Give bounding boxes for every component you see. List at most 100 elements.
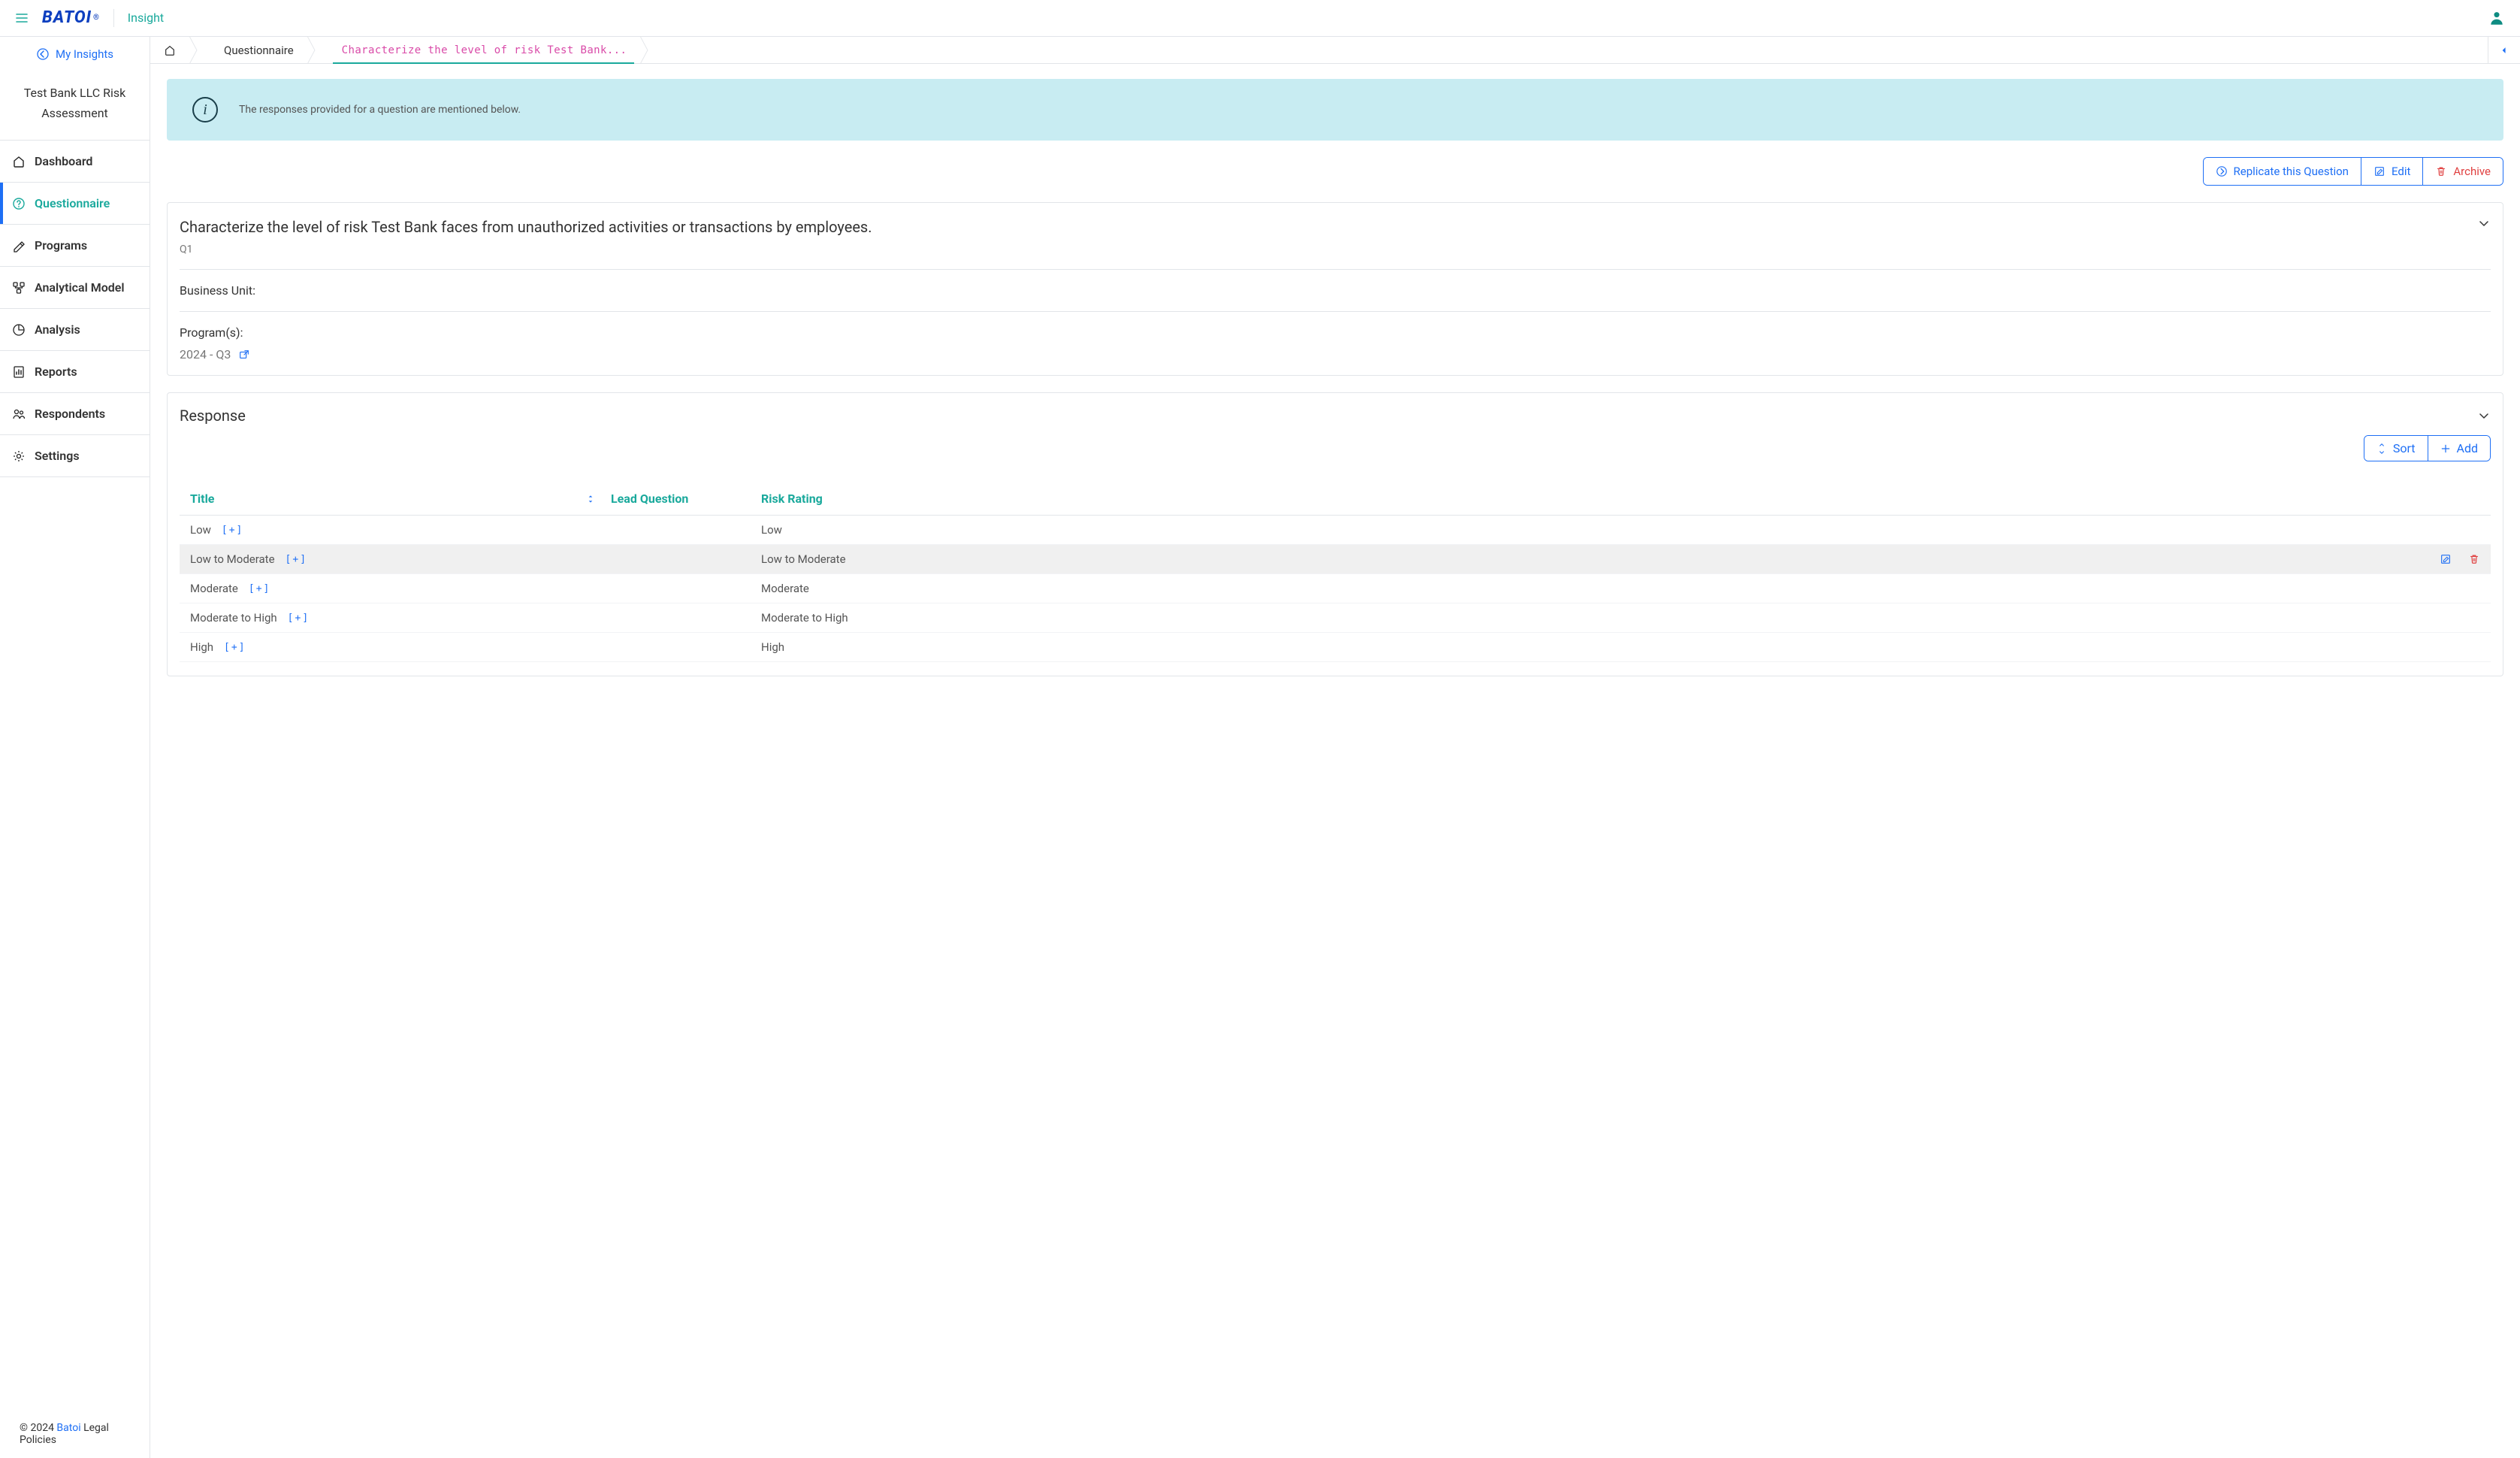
footer-brand-link[interactable]: Batoi bbox=[56, 1422, 80, 1434]
chevron-down-icon bbox=[2477, 409, 2491, 422]
pen-edit-icon bbox=[12, 239, 26, 253]
replicate-icon bbox=[2216, 165, 2228, 177]
project-title: Test Bank LLC Risk Assessment bbox=[0, 72, 150, 140]
question-card-header: Characterize the level of risk Test Bank… bbox=[180, 216, 2491, 256]
collapse-question-button[interactable] bbox=[2477, 216, 2491, 230]
sidebar-item-dashboard[interactable]: Dashboard bbox=[0, 140, 150, 182]
sidebar-item-questionnaire[interactable]: Questionnaire bbox=[0, 182, 150, 224]
sidebar-item-label: Analytical Model bbox=[35, 280, 125, 295]
gear-icon bbox=[12, 449, 26, 463]
table-row[interactable]: Low to Moderate[+]Low to Moderate bbox=[180, 545, 2491, 574]
program-link[interactable]: 2024 - Q3 bbox=[180, 347, 231, 361]
add-button[interactable]: Add bbox=[2428, 436, 2490, 461]
trash-icon bbox=[2435, 165, 2447, 177]
breadcrumb-item-label: Characterize the level of risk Test Bank… bbox=[342, 44, 627, 56]
replicate-question-button[interactable]: Replicate this Question bbox=[2204, 158, 2361, 185]
sidebar: My Insights Test Bank LLC Risk Assessmen… bbox=[0, 37, 150, 1458]
topbar-left: BATOI® Insight bbox=[15, 8, 164, 27]
sort-button[interactable]: Sort bbox=[2364, 436, 2428, 461]
sidebar-item-settings[interactable]: Settings bbox=[0, 434, 150, 477]
expand-row-button[interactable]: [+] bbox=[288, 613, 310, 624]
breadcrumb-questionnaire[interactable]: Questionnaire bbox=[203, 37, 307, 63]
table-row[interactable]: Moderate[+] Moderate bbox=[180, 574, 2491, 603]
sidebar-item-programs[interactable]: Programs bbox=[0, 224, 150, 266]
delete-row-button[interactable] bbox=[2468, 553, 2480, 565]
breadcrumb-sep-icon bbox=[307, 37, 321, 63]
sidebar-item-analytical-model[interactable]: Analytical Model bbox=[0, 266, 150, 308]
response-button-group: Sort Add bbox=[2364, 435, 2491, 461]
caret-left-icon bbox=[2499, 45, 2509, 56]
table-row[interactable]: Moderate to High [+] Moderate to High bbox=[180, 603, 2491, 633]
brand-logo[interactable]: BATOI® bbox=[42, 8, 100, 27]
app-name[interactable]: Insight bbox=[128, 11, 164, 25]
brand-reg-mark: ® bbox=[93, 14, 100, 22]
home-icon bbox=[164, 44, 176, 56]
sidebar-item-label: Reports bbox=[35, 364, 77, 379]
title-cell: Low to Moderate[+] bbox=[190, 552, 611, 566]
button-label: Replicate this Question bbox=[2234, 165, 2349, 178]
sidebar-item-label: Respondents bbox=[35, 407, 105, 421]
risk-cell: High bbox=[761, 640, 934, 654]
topbar: BATOI® Insight bbox=[0, 0, 2520, 36]
action-button-group: Replicate this Question Edit Archive bbox=[2203, 157, 2504, 186]
title-cell: Moderate to High [+] bbox=[190, 611, 611, 625]
sidebar-item-respondents[interactable]: Respondents bbox=[0, 392, 150, 434]
edit-row-button[interactable] bbox=[2440, 553, 2452, 565]
home-icon bbox=[12, 155, 26, 168]
sidebar-nav: Dashboard Questionnaire Programs Analytical… bbox=[0, 140, 150, 477]
external-link-icon[interactable] bbox=[238, 349, 250, 361]
question-code: Q1 bbox=[180, 244, 872, 256]
response-actions: Sort Add bbox=[180, 435, 2491, 461]
col-risk[interactable]: Risk Rating bbox=[761, 492, 934, 506]
expand-row-button[interactable]: [+] bbox=[286, 554, 307, 565]
breadcrumb-home[interactable] bbox=[150, 37, 189, 63]
expand-row-button[interactable]: [+] bbox=[249, 583, 270, 594]
archive-question-button[interactable]: Archive bbox=[2422, 158, 2503, 185]
row-actions bbox=[934, 553, 2480, 565]
risk-cell: Moderate to High bbox=[761, 611, 934, 625]
sidebar-item-reports[interactable]: Reports bbox=[0, 350, 150, 392]
programs-label: Program(s): bbox=[180, 325, 2491, 340]
content: i The responses provided for a question … bbox=[150, 64, 2520, 706]
breadcrumb-sep-icon bbox=[640, 37, 654, 63]
col-risk-label: Risk Rating bbox=[761, 492, 823, 506]
sidebar-footer: © 2024 Batoi Legal Policies bbox=[0, 1410, 150, 1458]
response-title-value: Moderate to High bbox=[190, 611, 277, 625]
sort-column-icon[interactable] bbox=[585, 494, 596, 504]
col-lead[interactable]: Lead Question bbox=[611, 492, 761, 506]
sidebar-item-analysis[interactable]: Analysis bbox=[0, 308, 150, 350]
edit-question-button[interactable]: Edit bbox=[2361, 158, 2422, 185]
col-title[interactable]: Title bbox=[190, 492, 611, 506]
expand-row-button[interactable]: [+] bbox=[224, 642, 246, 653]
bar-doc-icon bbox=[12, 365, 26, 379]
expand-row-button[interactable]: [+] bbox=[222, 525, 243, 536]
sidebar-item-label: Programs bbox=[35, 238, 87, 253]
info-banner: i The responses provided for a question … bbox=[167, 79, 2503, 141]
sidebar-item-label: Questionnaire bbox=[35, 196, 110, 210]
chevron-down-icon bbox=[2477, 216, 2491, 230]
col-title-label: Title bbox=[190, 492, 214, 506]
sidebar-item-label: Settings bbox=[35, 449, 80, 463]
title-cell: High[+] bbox=[190, 640, 611, 654]
risk-cell: Low bbox=[761, 523, 934, 537]
collapse-response-button[interactable] bbox=[2477, 409, 2491, 422]
topbar-divider bbox=[113, 9, 114, 27]
risk-cell: Moderate bbox=[761, 582, 934, 595]
title-cell: Moderate[+] bbox=[190, 582, 611, 595]
table-row[interactable]: Low[+]Low bbox=[180, 516, 2491, 545]
collapse-panel-button[interactable] bbox=[2488, 37, 2520, 63]
breadcrumb-item-label: Questionnaire bbox=[224, 44, 294, 57]
sidebar-item-label: Analysis bbox=[35, 322, 80, 337]
main: Questionnaire Characterize the level of … bbox=[150, 37, 2520, 1458]
programs-section: Program(s): 2024 - Q3 bbox=[180, 311, 2491, 361]
business-unit-section: Business Unit: bbox=[180, 269, 2491, 298]
user-avatar-icon[interactable] bbox=[2488, 10, 2505, 26]
sidebar-item-label: Dashboard bbox=[35, 154, 92, 168]
my-insights-link[interactable]: My Insights bbox=[0, 37, 150, 72]
response-table: Title Lead Question Risk Rating Low[+]Lo… bbox=[180, 482, 2491, 662]
menu-toggle-icon[interactable] bbox=[15, 11, 29, 25]
program-value-row: 2024 - Q3 bbox=[180, 347, 2491, 361]
banner-text: The responses provided for a question ar… bbox=[239, 104, 521, 116]
button-label: Archive bbox=[2453, 165, 2491, 178]
table-row[interactable]: High[+] High bbox=[180, 633, 2491, 662]
